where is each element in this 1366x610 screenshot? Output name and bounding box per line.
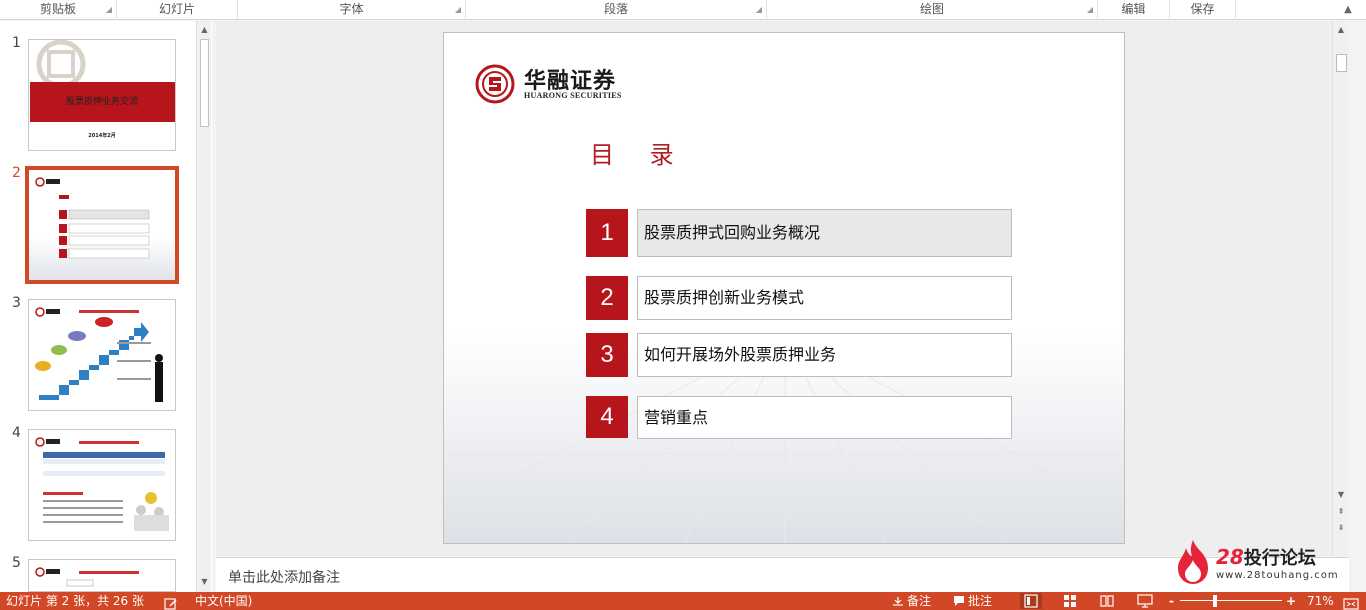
slideshow-icon (1137, 594, 1153, 608)
slide-3-preview (35, 307, 163, 402)
slide-sorter-icon (1064, 595, 1076, 607)
slide-scrollbar[interactable]: ▲ ▼ ⇞ ⇟ (1332, 21, 1349, 556)
thumbnail-number: 4 (12, 425, 21, 441)
slide-thumbnail-pane: 1 股票质押业务交流 2014年2月 2 3 4 5 ▲ ▼ (0, 21, 212, 592)
dialog-launcher-icon[interactable]: ◢ (755, 6, 763, 14)
slide-4-preview (35, 437, 169, 531)
thumbnail-scrollbar[interactable]: ▲ ▼ (196, 21, 211, 592)
forum-logo-text: 28投行论坛 (1216, 544, 1316, 570)
toc-number-badge: 1 (586, 209, 628, 257)
language-indicator[interactable]: 中文(中国) (195, 592, 252, 610)
ribbon-group-label: 绘图 (919, 2, 944, 16)
toc-item[interactable]: 如何开展场外股票质押业务 (637, 333, 1012, 377)
thumbnail-number: 5 (12, 555, 21, 571)
slide-2-preview (29, 170, 175, 280)
flame-logo-icon (1178, 540, 1208, 584)
normal-view-icon (1024, 594, 1038, 608)
current-slide[interactable]: 华融证券 HUARONG SECURITIES 目 录 1 股票质押式回购业务概… (443, 32, 1125, 544)
normal-view-button[interactable] (1020, 593, 1042, 609)
zoom-out-button[interactable]: - (1169, 592, 1174, 610)
ribbon-group-label: 剪贴板 (39, 2, 76, 16)
scroll-up-icon[interactable]: ▲ (197, 23, 212, 37)
slide-thumbnail-1[interactable]: 股票质押业务交流 2014年2月 (28, 39, 176, 151)
forum-logo-cn: 投行论坛 (1243, 548, 1316, 569)
huarong-logo-icon (475, 64, 515, 104)
fit-to-window-icon[interactable] (1343, 595, 1359, 610)
ribbon-group-label: 保存 (1190, 2, 1215, 16)
notes-toggle[interactable]: 备注 (892, 592, 931, 610)
reading-view-icon (1100, 595, 1114, 607)
ribbon-group-font: 字体 ◢ (238, 0, 466, 20)
slide-1-date: 2014年2月 (88, 133, 116, 139)
scrollbar-thumb[interactable] (200, 39, 209, 127)
toc-title: 目 录 (590, 141, 688, 169)
dialog-launcher-icon[interactable]: ◢ (1086, 6, 1094, 14)
zoom-slider[interactable] (1180, 600, 1282, 601)
ribbon-group-label: 字体 (339, 2, 364, 16)
ribbon: 剪贴板 ◢ 幻灯片 字体 ◢ 段落 ◢ 绘图 ◢ 编辑 保存 ▲ (0, 0, 1366, 20)
comments-label: 批注 (968, 594, 993, 608)
slideshow-button[interactable] (1134, 593, 1156, 609)
ribbon-group-save: 保存 (1170, 0, 1236, 20)
scroll-up-icon[interactable]: ▲ (1333, 23, 1349, 37)
toc-number-badge: 3 (586, 333, 628, 377)
slide-thumbnail-2[interactable] (25, 166, 179, 284)
thumbnail-number: 1 (12, 35, 21, 51)
ribbon-group-label: 幻灯片 (158, 2, 195, 16)
slide-1-title: 股票质押业务交流 (65, 97, 138, 107)
powerpoint-window: 剪贴板 ◢ 幻灯片 字体 ◢ 段落 ◢ 绘图 ◢ 编辑 保存 ▲ 1 股票质押业… (0, 0, 1366, 610)
toc-item[interactable]: 股票质押式回购业务概况 (637, 209, 1012, 257)
previous-slide-icon[interactable]: ⇞ (1333, 505, 1349, 519)
slide-thumbnail-5[interactable] (28, 559, 176, 592)
toc-number-badge: 4 (586, 396, 628, 438)
forum-watermark: 28投行论坛 www.28touhang.com (1170, 536, 1366, 588)
scrollbar-thumb[interactable] (1336, 54, 1347, 72)
ribbon-group-slides: 幻灯片 (117, 0, 238, 20)
ribbon-group-clipboard: 剪贴板 ◢ (0, 0, 117, 20)
thumbnail-number: 3 (12, 295, 21, 311)
reading-view-button[interactable] (1096, 593, 1118, 609)
zoom-percentage[interactable]: 71% (1307, 592, 1334, 610)
next-slide-icon[interactable]: ⇟ (1333, 521, 1349, 535)
toc-item[interactable]: 股票质押创新业务模式 (637, 276, 1012, 320)
ribbon-group-drawing: 绘图 ◢ (767, 0, 1098, 20)
company-name-en: HUARONG SECURITIES (524, 91, 622, 100)
slide-thumbnail-4[interactable] (28, 429, 176, 541)
notes-label: 备注 (907, 594, 932, 608)
thumbnail-number: 2 (12, 165, 21, 181)
scroll-down-icon[interactable]: ▼ (1333, 488, 1349, 502)
ribbon-group-label: 段落 (603, 2, 628, 16)
forum-logo-number: 28 (1216, 545, 1244, 569)
comments-toggle[interactable]: 批注 (953, 592, 992, 610)
slide-5-preview (35, 567, 139, 587)
forum-url: www.28touhang.com (1216, 570, 1339, 581)
zoom-in-button[interactable]: + (1286, 592, 1296, 610)
dialog-launcher-icon[interactable]: ◢ (454, 6, 462, 14)
spelling-check-icon[interactable] (164, 595, 178, 610)
ribbon-group-editing: 编辑 (1098, 0, 1170, 20)
slide-counter: 幻灯片 第 2 张，共 26 张 (6, 594, 144, 608)
toc-number-badge: 2 (586, 276, 628, 320)
slide-sorter-view-button[interactable] (1059, 593, 1081, 609)
toc-item[interactable]: 营销重点 (637, 396, 1012, 439)
ribbon-group-paragraph: 段落 ◢ (466, 0, 767, 20)
slide-thumbnail-3[interactable] (28, 299, 176, 411)
comment-icon (954, 596, 964, 606)
scroll-down-icon[interactable]: ▼ (197, 575, 212, 589)
dialog-launcher-icon[interactable]: ◢ (105, 6, 113, 14)
notes-placeholder[interactable]: 单击此处添加备注 (228, 567, 340, 587)
ribbon-group-label: 编辑 (1121, 2, 1146, 16)
slide-editing-area: 华融证券 HUARONG SECURITIES 目 录 1 股票质押式回购业务概… (216, 21, 1349, 556)
chevron-up-icon[interactable]: ▲ (1340, 2, 1356, 18)
notes-icon (893, 597, 903, 606)
status-bar: 幻灯片 第 2 张，共 26 张 中文(中国) 备注 批注 - + 71% (0, 592, 1366, 610)
zoom-slider-handle[interactable] (1212, 595, 1217, 607)
